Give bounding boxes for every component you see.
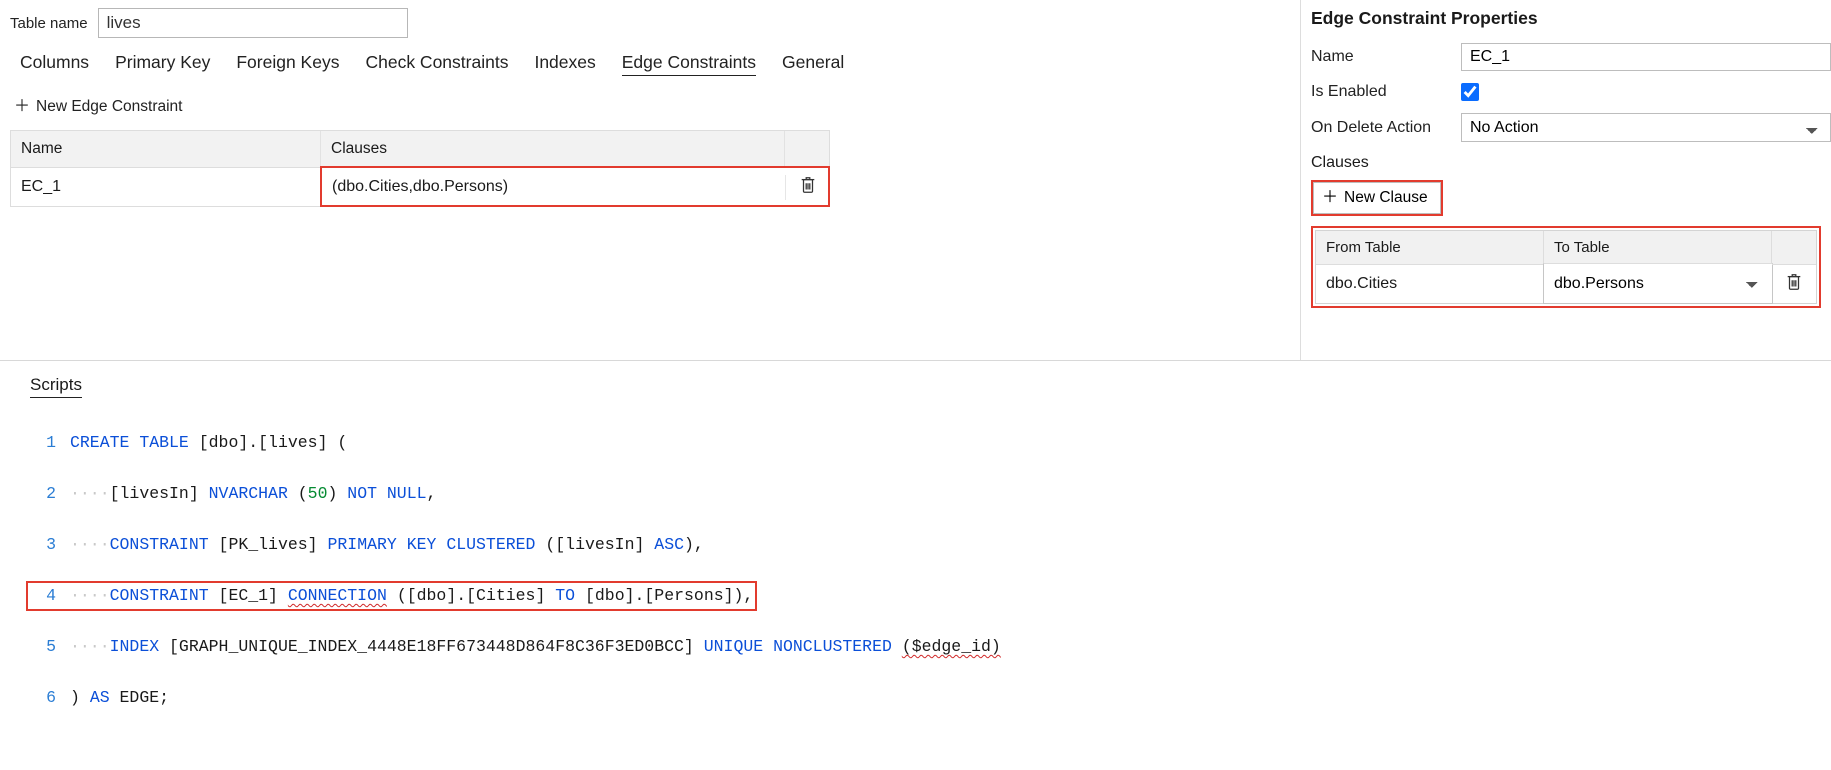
clause-row[interactable]: dbo.Cities dbo.Persons	[1316, 264, 1816, 303]
new-edge-constraint-button[interactable]: ＋ New Edge Constraint	[14, 98, 182, 116]
edge-constraint-grid: Name Clauses EC_1 (dbo.Cities,dbo.Person…	[10, 130, 830, 207]
new-clause-button[interactable]: ＋ New Clause	[1313, 182, 1441, 214]
scripts-section: Scripts 1CREATE TABLE [dbo].[lives] ( 2·…	[0, 360, 1831, 770]
tab-primary-key[interactable]: Primary Key	[115, 52, 210, 76]
prop-enabled-checkbox[interactable]	[1461, 83, 1479, 101]
properties-title: Edge Constraint Properties	[1311, 8, 1831, 29]
tab-indexes[interactable]: Indexes	[534, 52, 595, 76]
ec-header-clauses: Clauses	[321, 131, 785, 167]
clause-header-to: To Table	[1544, 231, 1772, 264]
prop-clauses-label: Clauses	[1311, 154, 1831, 172]
trash-icon[interactable]	[1785, 272, 1803, 296]
properties-panel: Edge Constraint Properties Name Is Enabl…	[1301, 0, 1831, 360]
tab-columns[interactable]: Columns	[20, 52, 89, 76]
tabs: Columns Primary Key Foreign Keys Check C…	[20, 52, 1290, 76]
tab-edge-constraints[interactable]: Edge Constraints	[622, 52, 756, 76]
plus-icon: ＋	[14, 99, 30, 115]
clause-header-actions	[1772, 231, 1816, 264]
prop-name-input[interactable]	[1461, 43, 1831, 71]
tab-general[interactable]: General	[782, 52, 844, 76]
clause-header-from: From Table	[1316, 231, 1544, 264]
ec-row-name: EC_1	[11, 167, 321, 206]
prop-ondelete-label: On Delete Action	[1311, 119, 1461, 137]
prop-enabled-label: Is Enabled	[1311, 83, 1461, 101]
scripts-title: Scripts	[30, 375, 82, 398]
new-clause-label: New Clause	[1344, 189, 1428, 207]
prop-ondelete-select[interactable]: No Action	[1461, 113, 1831, 142]
line-number: 1	[30, 430, 56, 456]
tab-check-constraints[interactable]: Check Constraints	[365, 52, 508, 76]
table-name-input[interactable]	[98, 8, 408, 38]
line-number: 3	[30, 532, 56, 558]
ec-header-name: Name	[11, 131, 321, 167]
plus-icon: ＋	[1322, 190, 1338, 206]
line-number: 2	[30, 481, 56, 507]
line-number: 6	[30, 685, 56, 711]
table-name-label: Table name	[10, 15, 88, 32]
left-panel: Table name Columns Primary Key Foreign K…	[0, 0, 1301, 360]
clause-from-cell: dbo.Cities	[1316, 265, 1544, 303]
line-number: 5	[30, 634, 56, 660]
ec-row[interactable]: EC_1 (dbo.Cities,dbo.Persons)	[11, 167, 829, 206]
clause-grid: From Table To Table dbo.Cities dbo.Perso…	[1315, 230, 1817, 304]
tab-foreign-keys[interactable]: Foreign Keys	[236, 52, 339, 76]
code-editor[interactable]: 1CREATE TABLE [dbo].[lives] ( 2····[live…	[30, 404, 1801, 762]
prop-name-label: Name	[1311, 48, 1461, 66]
ec-row-clauses: (dbo.Cities,dbo.Persons)	[322, 168, 785, 206]
ec-header-actions	[785, 131, 829, 167]
new-edge-constraint-label: New Edge Constraint	[36, 98, 182, 116]
trash-icon[interactable]	[799, 175, 817, 200]
line-number: 4	[30, 583, 56, 609]
clause-to-select[interactable]: dbo.Persons	[1544, 266, 1772, 301]
